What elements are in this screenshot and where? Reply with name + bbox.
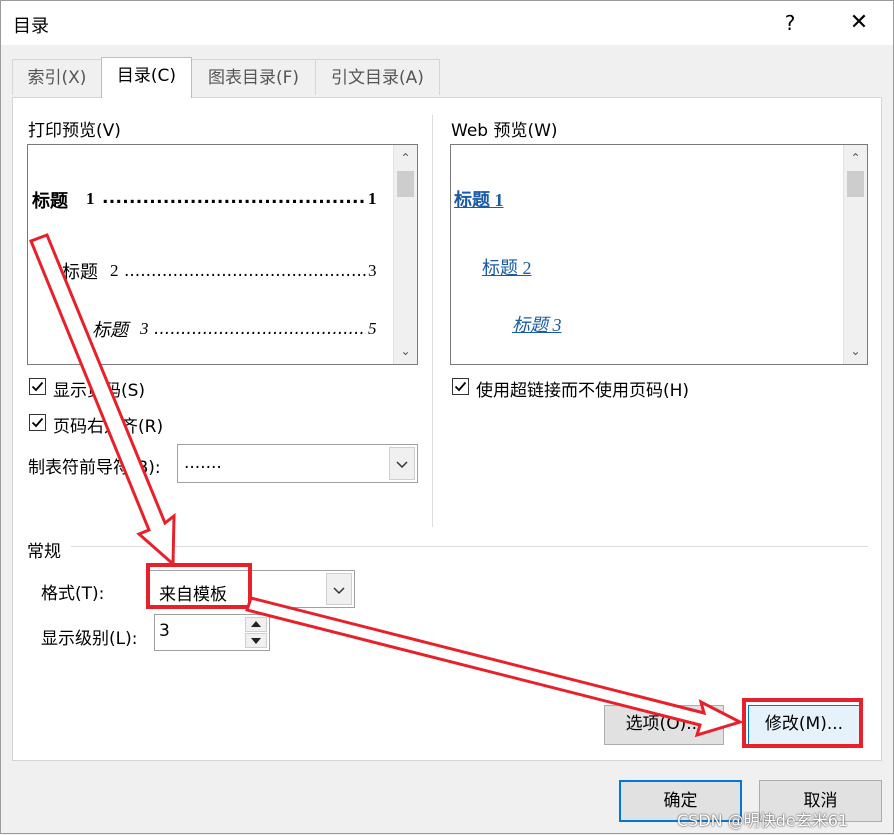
toc-dialog: 目录 ? ✕ 索引(X) 目录(C) 图表目录(F) 引文目录(A) 打印预览(… xyxy=(0,0,894,834)
print-preview-scrollbar[interactable]: ⌃ ⌄ xyxy=(393,145,417,364)
scroll-down-icon[interactable]: ⌄ xyxy=(394,340,417,362)
levels-label: 显示级别(L): xyxy=(41,629,138,649)
options-button[interactable]: 选项(O)... xyxy=(604,705,724,745)
right-align-label[interactable]: 页码右对齐(R) xyxy=(53,412,163,437)
web-preview-box[interactable]: 标题 1 标题 2 标题 3 ⌃ ⌄ xyxy=(450,144,868,365)
general-separator xyxy=(71,546,868,547)
print-entry-3-leader: ........................................… xyxy=(154,319,366,339)
tab-index[interactable]: 索引(X) xyxy=(12,59,102,95)
print-entry-3-page: 5 xyxy=(368,319,377,338)
format-label: 格式(T): xyxy=(41,584,105,604)
format-dropdown[interactable] xyxy=(326,573,352,605)
scroll-thumb[interactable] xyxy=(397,171,414,197)
web-preview-scrollbar[interactable]: ⌃ ⌄ xyxy=(843,145,867,364)
print-entry-1-num: 1 xyxy=(86,189,95,208)
web-link-2[interactable]: 标题 2 xyxy=(482,254,532,280)
print-entry-1-page: 1 xyxy=(368,189,377,208)
show-page-numbers-checkbox[interactable] xyxy=(29,378,46,395)
general-heading: 常规 xyxy=(27,542,61,562)
scroll-thumb[interactable] xyxy=(847,171,864,197)
print-entry-1-text: 标题 xyxy=(32,191,68,211)
scroll-up-icon[interactable]: ⌃ xyxy=(844,147,867,169)
format-highlight-box xyxy=(146,563,252,609)
web-link-3[interactable]: 标题 3 xyxy=(512,311,562,337)
tab-authorities[interactable]: 引文目录(A) xyxy=(315,59,440,95)
print-entry-1-leader: ........................................… xyxy=(102,188,364,208)
scroll-down-icon[interactable]: ⌄ xyxy=(844,340,867,362)
web-preview-label: Web 预览(W) xyxy=(451,121,558,141)
use-hyperlinks-checkbox[interactable] xyxy=(452,378,469,395)
chevron-down-icon xyxy=(333,587,345,595)
triangle-up-icon xyxy=(251,621,261,627)
show-page-numbers-label[interactable]: 显示页码(S) xyxy=(53,376,145,401)
chevron-down-icon xyxy=(396,461,408,469)
print-entry-3-text: 标题 xyxy=(92,320,128,340)
tab-toc[interactable]: 目录(C) xyxy=(101,57,192,98)
print-entry-2-page: 3 xyxy=(368,261,377,280)
print-entry-3-num: 3 xyxy=(140,319,149,338)
print-entry-2-leader: ........................................… xyxy=(124,261,366,281)
tab-figures[interactable]: 图表目录(F) xyxy=(191,59,316,95)
modify-highlight-box xyxy=(742,698,863,748)
title-bar: 目录 ? ✕ xyxy=(1,1,893,45)
spin-up-button[interactable] xyxy=(245,617,267,632)
print-preview-label: 打印预览(V) xyxy=(28,121,121,141)
close-button[interactable]: ✕ xyxy=(837,7,881,39)
tab-leader-label: 制表符前导符(B): xyxy=(28,458,161,478)
dialog-title: 目录 xyxy=(13,16,49,37)
tab-leader-select[interactable]: ....... xyxy=(177,444,418,483)
print-entry-2-num: 2 xyxy=(110,261,119,280)
print-entry-2-text: 标题 xyxy=(62,262,98,282)
csdn-watermark: CSDN @明快de玄米61 xyxy=(677,811,849,830)
levels-spinner[interactable]: 3 xyxy=(154,614,270,651)
tab-leader-value: ....... xyxy=(184,453,222,473)
right-align-checkbox[interactable] xyxy=(29,414,46,431)
levels-value[interactable]: 3 xyxy=(159,621,170,641)
spin-down-button[interactable] xyxy=(245,633,267,648)
use-hyperlinks-label[interactable]: 使用超链接而不使用页码(H) xyxy=(476,376,689,401)
triangle-down-icon xyxy=(251,638,261,644)
vertical-divider xyxy=(432,115,433,527)
help-button[interactable]: ? xyxy=(773,7,807,39)
scroll-up-icon[interactable]: ⌃ xyxy=(394,147,417,169)
print-preview-box[interactable]: 标题 1 ...................................… xyxy=(27,144,418,365)
web-link-1[interactable]: 标题 1 xyxy=(454,186,504,212)
tab-leader-dropdown[interactable] xyxy=(389,447,415,480)
